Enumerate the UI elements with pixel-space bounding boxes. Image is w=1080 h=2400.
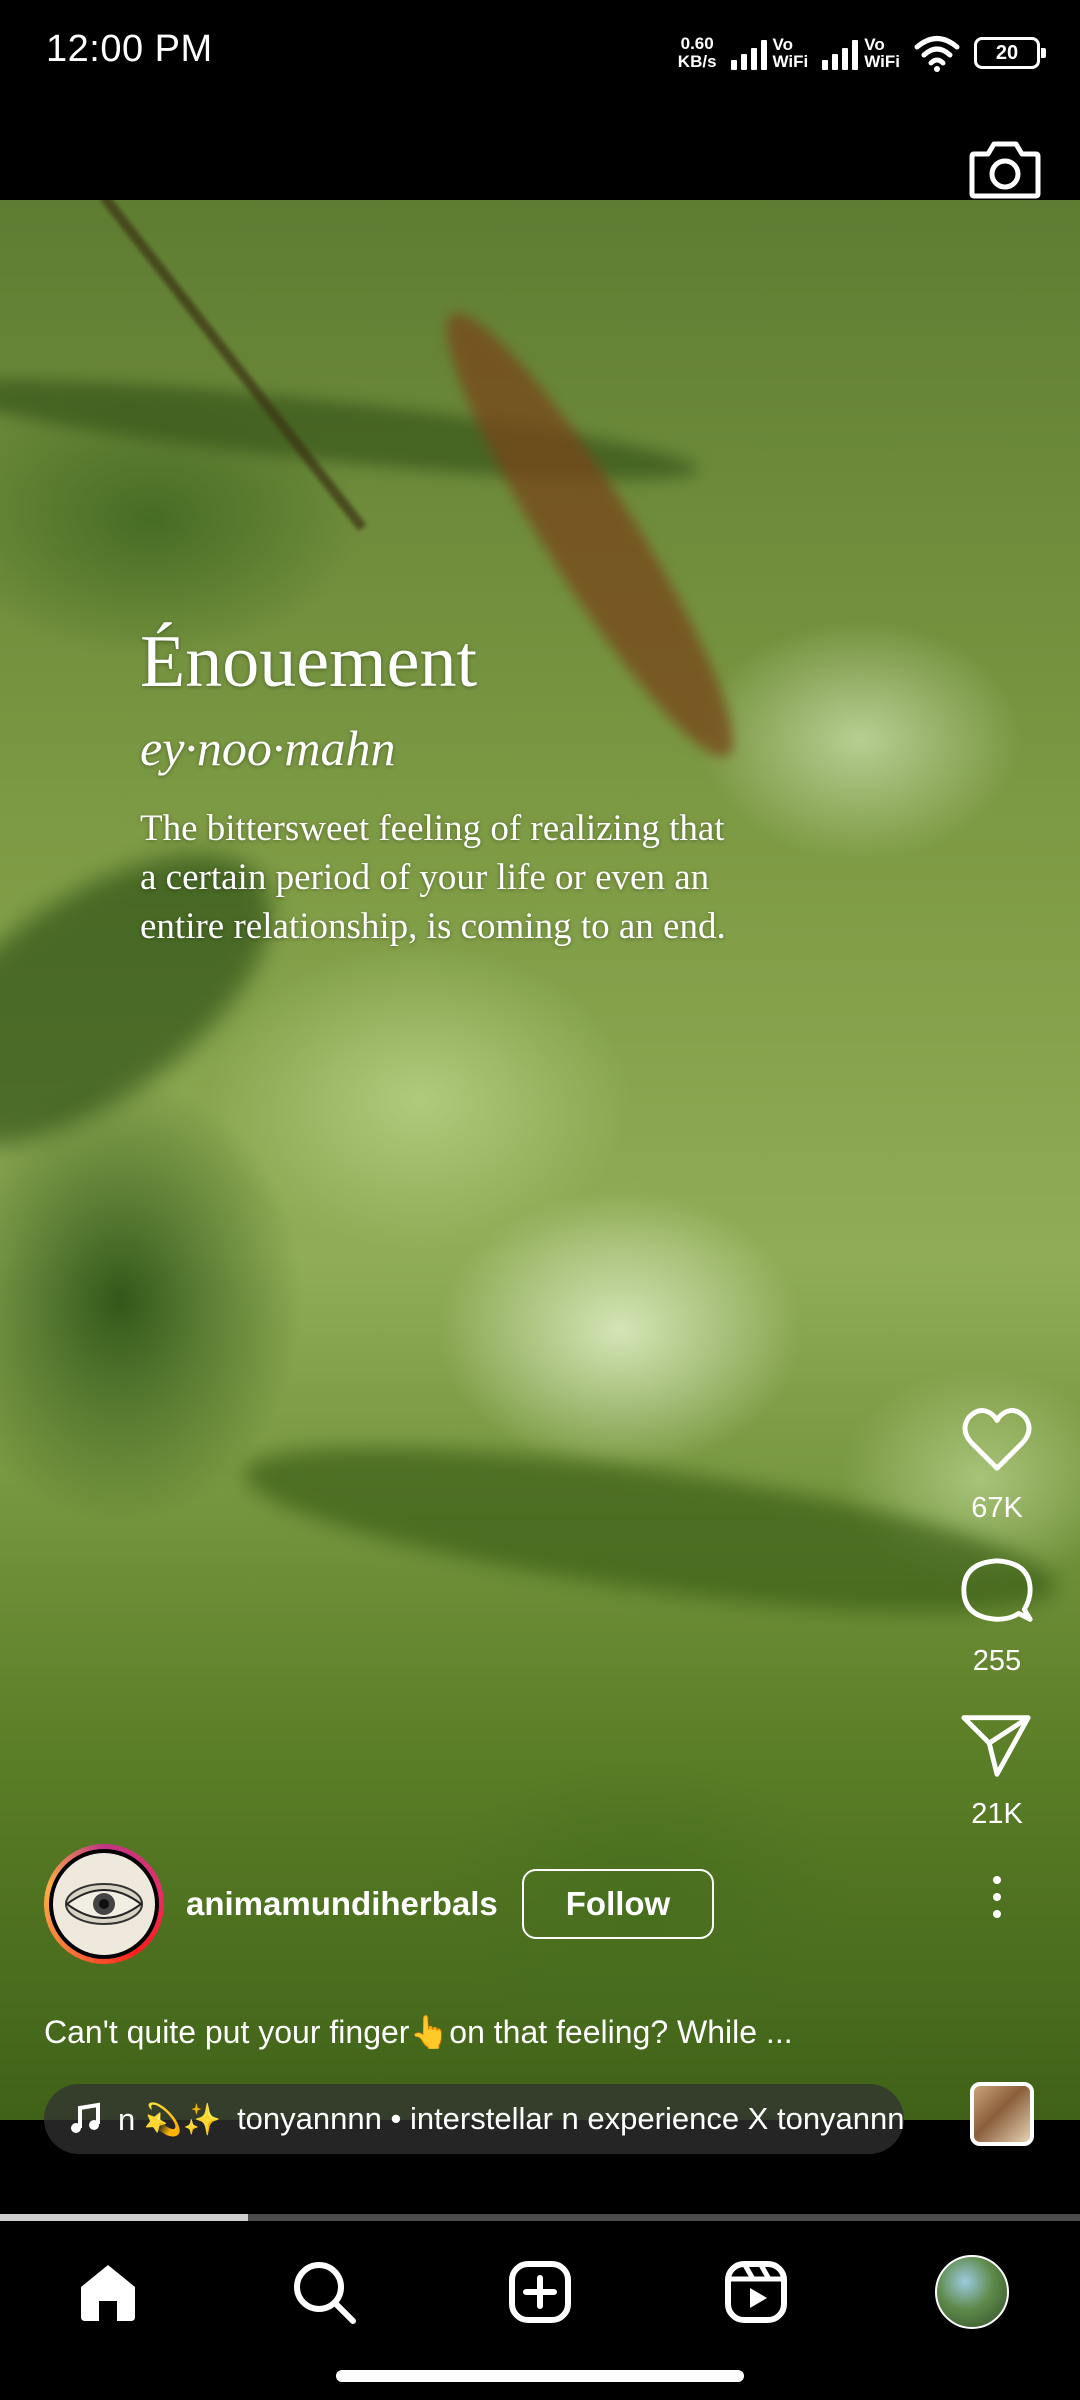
overlay-definition: The bittersweet feeling of realizing tha… xyxy=(140,808,726,947)
nav-home[interactable] xyxy=(70,2254,146,2330)
bottom-nav xyxy=(0,2222,1080,2400)
network-speed-unit: KB/s xyxy=(677,52,717,71)
audio-thumbnail[interactable] xyxy=(970,2082,1034,2146)
nav-search[interactable] xyxy=(286,2254,362,2330)
volte-label: Vo WiFi xyxy=(773,36,809,70)
network-speed: 0.60 KB/s xyxy=(678,35,717,71)
reel-caption[interactable]: Can't quite put your finger👆on that feel… xyxy=(44,2012,884,2052)
video-progress-fill xyxy=(0,2214,249,2221)
comment-count: 255 xyxy=(972,1645,1022,1677)
status-time: 12:00 PM xyxy=(46,28,213,70)
more-options-button[interactable] xyxy=(977,1867,1017,1927)
nav-profile[interactable] xyxy=(934,2254,1010,2330)
comment-button[interactable]: 255 xyxy=(958,1553,1036,1678)
signal-bars-icon xyxy=(822,40,859,70)
network-speed-value: 0.60 xyxy=(680,34,714,53)
comment-bubble-icon xyxy=(961,1558,1033,1622)
music-track: tonyannnn • interstellar n experience X … xyxy=(237,2101,904,2136)
home-icon xyxy=(81,2265,135,2321)
eye-logo-icon xyxy=(65,1883,143,1925)
like-button[interactable]: 67K xyxy=(958,1400,1036,1525)
heart-icon xyxy=(962,1408,1032,1471)
signal-bars-icon xyxy=(730,40,767,70)
wifi-icon xyxy=(914,36,960,72)
status-icons: 0.60 KB/s Vo WiFi Vo WiFi 20 xyxy=(678,30,1046,76)
author-row: animamundiherbals Follow xyxy=(44,1844,715,1964)
header-band xyxy=(0,100,1080,200)
nav-reels[interactable] xyxy=(718,2254,794,2330)
home-indicator[interactable] xyxy=(336,2370,744,2382)
author-avatar[interactable] xyxy=(44,1844,164,1964)
camera-button[interactable] xyxy=(968,136,1042,202)
volte-bottom: WiFi xyxy=(864,52,900,71)
signal-sim2: Vo WiFi xyxy=(822,36,900,70)
background-leaf xyxy=(235,1413,1065,1647)
music-info[interactable]: n 💫✨ tonyannnn • interstellar n experien… xyxy=(44,2084,904,2154)
profile-avatar xyxy=(935,2255,1009,2329)
volte-top: Vo xyxy=(772,35,793,54)
status-bar: 12:00 PM 0.60 KB/s Vo WiFi Vo WiFi 20 xyxy=(0,0,1080,100)
reels-icon xyxy=(725,2261,787,2323)
reel-overlay-text: Énouement ey·noo·mahn The bittersweet fe… xyxy=(140,620,740,951)
share-count: 21K xyxy=(971,1798,1023,1830)
paper-plane-icon xyxy=(961,1715,1031,1777)
more-vertical-icon xyxy=(993,1876,1001,1884)
follow-button[interactable]: Follow xyxy=(521,1869,715,1939)
music-note-icon xyxy=(71,2102,100,2133)
camera-icon xyxy=(969,141,1041,199)
battery-icon: 20 xyxy=(974,37,1046,69)
video-progress[interactable] xyxy=(0,2214,1080,2221)
plus-square-icon xyxy=(509,2261,571,2323)
author-username[interactable]: animamundiherbals xyxy=(186,1885,498,1923)
nav-create[interactable] xyxy=(502,2254,578,2330)
reel-actions: 67K 255 21K xyxy=(942,1400,1052,1927)
battery-level: 20 xyxy=(995,41,1019,64)
signal-sim1: Vo WiFi xyxy=(730,36,809,70)
reel-video[interactable] xyxy=(0,200,1080,2120)
like-count: 67K xyxy=(971,1492,1023,1524)
background-stem xyxy=(100,200,367,531)
overlay-title: Énouement xyxy=(140,621,478,703)
overlay-phonetic: ey·noo·mahn xyxy=(140,720,396,776)
music-prefix: n 💫✨ xyxy=(118,2101,222,2137)
volte-bottom: WiFi xyxy=(772,52,809,71)
search-icon xyxy=(294,2262,356,2324)
volte-top: Vo xyxy=(864,35,885,54)
volte-label: Vo WiFi xyxy=(864,36,900,70)
share-button[interactable]: 21K xyxy=(958,1706,1036,1831)
